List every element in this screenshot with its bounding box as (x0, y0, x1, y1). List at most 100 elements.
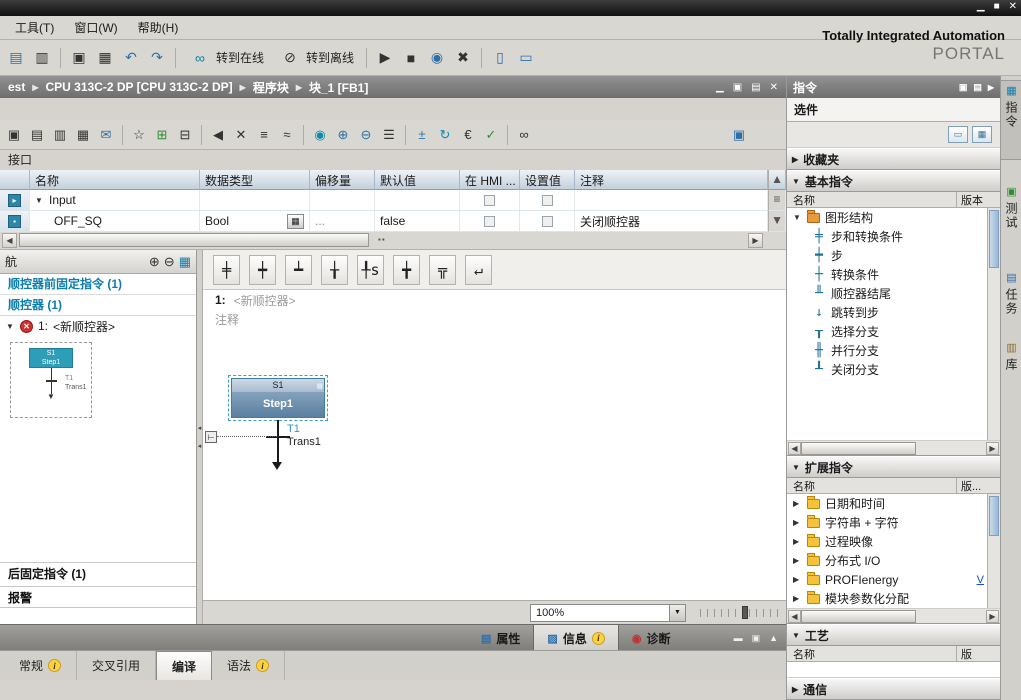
zoom-in-icon[interactable]: ⊕ (149, 254, 160, 270)
window-close-button[interactable]: ✕ (1009, 1, 1017, 12)
expander-icon[interactable]: ▼ (793, 213, 802, 222)
cell-datatype[interactable]: Bool ▦ (200, 211, 310, 232)
filter-list-icon[interactable]: ▭ (948, 126, 968, 143)
cell-offset[interactable] (310, 190, 375, 211)
split-view-icon[interactable]: ▥ (49, 124, 71, 146)
go-connection-icon[interactable]: ∞ (513, 124, 535, 146)
panel-dock-icon[interactable]: ▤ (973, 82, 982, 93)
tree-item[interactable]: ┼转换条件 (787, 265, 1000, 284)
column-version[interactable]: 版... (956, 478, 1000, 494)
fit-view-icon[interactable]: ▦ (179, 254, 191, 270)
extended-hscrollbar[interactable]: ◀ ▶ (787, 608, 1000, 624)
filter-grid-icon[interactable]: ▦ (972, 126, 992, 143)
favorites-icon[interactable]: ☆ (128, 124, 150, 146)
tree-vscrollbar[interactable] (987, 208, 1000, 440)
splitter-grip-icon[interactable]: ▪▪ (378, 235, 386, 244)
options-header[interactable]: 选件 (787, 98, 1000, 122)
inspector-minimize-icon[interactable]: ▬ (734, 633, 743, 643)
constants-icon[interactable]: € (457, 124, 479, 146)
open-branch-icon[interactable]: ╈ (393, 255, 420, 285)
thumbnail-step[interactable]: S1 Step1 (29, 348, 73, 368)
return-icon[interactable]: ↵ (465, 255, 492, 285)
tab-properties[interactable]: ▤ 属性 (468, 625, 533, 651)
datatype-dropdown-icon[interactable]: ▦ (287, 214, 304, 229)
collapse-left-icon[interactable]: ◂ (198, 442, 202, 450)
hscroll-thumb[interactable] (19, 233, 369, 247)
column-header-hmi[interactable]: 在 HMI ... (460, 170, 520, 190)
side-tab-testing[interactable]: ▣ 测试 (1001, 182, 1021, 248)
undo-icon[interactable]: ↶ (119, 46, 143, 70)
editor-restore-icon[interactable]: ▣ (733, 82, 742, 93)
scroll-left-icon[interactable]: ◀ (788, 610, 801, 623)
save-project-icon[interactable]: ▤ (4, 46, 28, 70)
step-icon[interactable]: ┿ (249, 255, 276, 285)
side-tab-tasks[interactable]: ▤ 任务 (1001, 268, 1021, 334)
table-row[interactable]: ▸ ▼ Input ≡ (0, 190, 786, 211)
expander-icon[interactable]: ▼ (6, 322, 15, 331)
setvalue-checkbox[interactable] (542, 216, 553, 227)
tab-general[interactable]: 常规 i (4, 651, 77, 680)
step-and-transition-icon[interactable]: ╪ (213, 255, 240, 285)
version-link[interactable]: V (977, 574, 984, 586)
cell-datatype[interactable] (200, 190, 310, 211)
scroll-left-icon[interactable]: ◀ (788, 442, 801, 455)
segment-view-icon[interactable]: ▣ (3, 124, 25, 146)
scroll-down-icon[interactable]: ▼ (771, 213, 783, 227)
cell-default[interactable] (375, 190, 460, 211)
row-selector[interactable]: ▪ (0, 211, 30, 232)
online-diagnostics-icon[interactable]: ◉ (425, 46, 449, 70)
zoom-dropdown[interactable]: 100% ▼ (530, 604, 686, 622)
panel-collapse-icon[interactable]: ▶ (988, 83, 994, 92)
tree-folder-process-image[interactable]: ▶过程映像 (787, 532, 1000, 551)
section-communication[interactable]: ▶ 通信 (787, 678, 1000, 700)
column-header-offset[interactable]: 偏移量 (310, 170, 375, 190)
column-header-default[interactable]: 默认值 (375, 170, 460, 190)
expander-icon[interactable]: ▶ (793, 518, 802, 527)
collapse-left-icon[interactable]: ◂ (198, 424, 202, 432)
expander-icon[interactable]: ▶ (793, 556, 802, 565)
editor-float-icon[interactable]: ▤ (751, 82, 760, 93)
tree-folder-distributed-io[interactable]: ▶分布式 I/O (787, 551, 1000, 570)
table-scrollbar-top[interactable]: ▲ (768, 170, 786, 190)
mail-icon[interactable]: ✉ (95, 124, 117, 146)
tree-folder-module-parameterization[interactable]: ▶模块参数化分配 (787, 589, 1000, 608)
menu-tools[interactable]: 工具(T) (6, 16, 63, 39)
zoom-slider[interactable] (700, 606, 778, 620)
menu-window[interactable]: 窗口(W) (65, 16, 126, 39)
breadcrumb-block[interactable]: 块_1 [FB1] (309, 79, 368, 96)
tree-item[interactable]: ┿步 (787, 246, 1000, 265)
copy-icon[interactable]: ▣ (67, 46, 91, 70)
cell-default[interactable]: false (375, 211, 460, 232)
scroll-right-icon[interactable]: ▶ (986, 610, 999, 623)
stop-cpu-icon[interactable]: ■ (399, 46, 423, 70)
table-hscrollbar[interactable]: ◀ ▪▪ ▶ (0, 232, 786, 250)
step-actions-grid-icon[interactable]: ▦ (316, 380, 323, 393)
breadcrumb-cpu[interactable]: CPU 313C-2 DP [CPU 313C-2 DP] (46, 80, 233, 94)
column-name[interactable]: 名称 (787, 646, 956, 662)
go-online-button[interactable]: ∞ 转到在线 (182, 44, 270, 72)
monitor-icon[interactable]: ◉ (309, 124, 331, 146)
breadcrumb-project[interactable]: est (8, 80, 25, 94)
zoom-dropdown-arrow-icon[interactable]: ▼ (669, 605, 685, 621)
previous-error-icon[interactable]: ◀ (207, 124, 229, 146)
tab-compile[interactable]: 编译 (156, 651, 212, 680)
scroll-right-icon[interactable]: ▶ (748, 233, 763, 248)
tab-info[interactable]: ▨ 信息 i (533, 625, 618, 651)
cell-hmi[interactable] (460, 211, 520, 232)
network-view-icon[interactable]: ▤ (26, 124, 48, 146)
cell-name[interactable]: OFF_SQ (30, 211, 200, 232)
keyboard-icon[interactable]: ▦ (72, 124, 94, 146)
transition-icon[interactable]: ┷ (285, 255, 312, 285)
inspector-expand-icon[interactable]: ▲ (769, 633, 778, 643)
section-basic-instructions[interactable]: ▼ 基本指令 (787, 170, 1000, 192)
table-scrollbar-track[interactable]: ≡ (768, 190, 786, 211)
rail-anchor-icon[interactable]: ⊢ (205, 431, 217, 443)
tab-syntax[interactable]: 语法 i (212, 651, 285, 680)
close-error-icon[interactable]: ✕ (230, 124, 252, 146)
tree-item[interactable]: ┰选择分支 (787, 322, 1000, 341)
accept-icon[interactable]: ✓ (480, 124, 502, 146)
insert-row-icon[interactable]: ⊞ (151, 124, 173, 146)
close-editor-icon[interactable]: ✖ (451, 46, 475, 70)
start-cpu-icon[interactable]: ▶ (373, 46, 397, 70)
cell-name[interactable]: ▼ Input (30, 190, 200, 211)
